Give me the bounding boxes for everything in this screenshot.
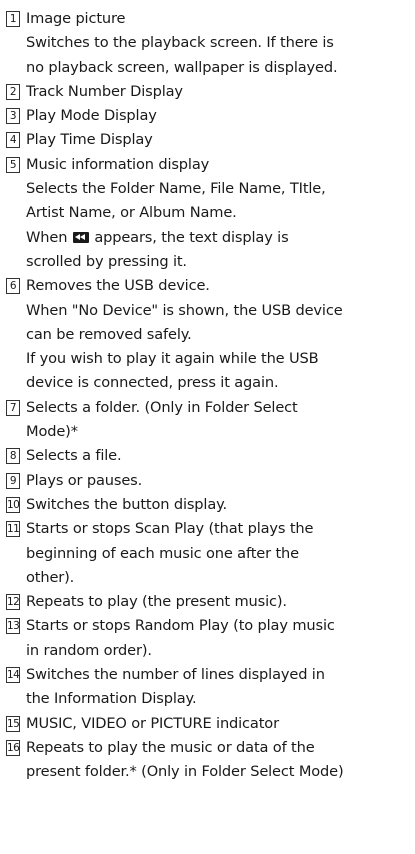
item-title: Play Time Display bbox=[26, 131, 153, 149]
list-item: 1 Image picture Switches to the playback… bbox=[6, 7, 415, 80]
item-title: Track Number Display bbox=[26, 82, 183, 100]
item-number-box: 1 bbox=[6, 11, 20, 27]
item-text: Image picture Switches to the playback s… bbox=[26, 7, 415, 80]
item-title: Starts or stops Scan Play (that plays th… bbox=[26, 520, 314, 538]
list-item: 6 Removes the USB device. When "No Devic… bbox=[6, 274, 415, 395]
list-item: 13 Starts or stops Random Play (to play … bbox=[6, 614, 415, 663]
scroll-text-icon bbox=[72, 231, 89, 243]
item-text: Play Time Display bbox=[26, 128, 415, 152]
item-number-box: 15 bbox=[6, 715, 20, 732]
item-number-box: 6 bbox=[6, 278, 20, 295]
item-description-line: the Information Display. bbox=[26, 690, 197, 708]
item-number-box: 11 bbox=[6, 521, 20, 538]
item-description-line: Artist Name, or Album Name. bbox=[26, 204, 237, 222]
item-number-box: 2 bbox=[6, 83, 20, 100]
item-number-box: 4 bbox=[6, 132, 20, 149]
list-item: 2 Track Number Display bbox=[6, 80, 415, 104]
item-text: Music information display Selects the Fo… bbox=[26, 153, 415, 274]
item-title: Music information display bbox=[26, 155, 210, 173]
list-item: 11 Starts or stops Scan Play (that plays… bbox=[6, 517, 415, 590]
item-description-line: Mode)* bbox=[26, 423, 78, 441]
item-text: Removes the USB device. When "No Device"… bbox=[26, 274, 415, 395]
item-description-line: When appears, the text display is bbox=[26, 226, 415, 250]
list-item: 14 Switches the number of lines displaye… bbox=[6, 663, 415, 712]
item-title: Removes the USB device. bbox=[26, 277, 210, 295]
item-title: Plays or pauses. bbox=[26, 471, 143, 489]
list-item: 5 Music information display Selects the … bbox=[6, 153, 415, 274]
item-text: Selects a folder. (Only in Folder Select… bbox=[26, 396, 415, 445]
list-item: 4 Play Time Display bbox=[6, 128, 415, 152]
item-title: Repeats to play (the present music). bbox=[26, 593, 287, 611]
item-description-line: device is connected, press it again. bbox=[26, 374, 279, 392]
item-text: Track Number Display bbox=[26, 80, 415, 104]
list-item: 9 Plays or pauses. bbox=[6, 469, 415, 493]
item-number-box: 5 bbox=[6, 156, 20, 173]
item-description-line: other). bbox=[26, 568, 75, 586]
item-title: MUSIC, VIDEO or PICTURE indicator bbox=[26, 714, 279, 732]
item-number-box: 3 bbox=[6, 108, 20, 125]
item-text: Starts or stops Random Play (to play mus… bbox=[26, 614, 415, 663]
item-description-line: no playback screen, wallpaper is display… bbox=[26, 58, 338, 76]
item-description-line: scrolled by pressing it. bbox=[26, 252, 187, 270]
list-item: 3 Play Mode Display bbox=[6, 104, 415, 128]
manual-item-list: 1 Image picture Switches to the playback… bbox=[0, 0, 415, 785]
item-text: Starts or stops Scan Play (that plays th… bbox=[26, 517, 415, 590]
list-item: 15 MUSIC, VIDEO or PICTURE indicator bbox=[6, 712, 415, 736]
item-title: Repeats to play the music or data of the bbox=[26, 738, 315, 756]
item-text: Switches the number of lines displayed i… bbox=[26, 663, 415, 712]
item-number-box: 9 bbox=[6, 472, 20, 489]
item-number-box: 10 bbox=[6, 496, 20, 513]
item-title: Play Mode Display bbox=[26, 107, 157, 125]
item-title: Image picture bbox=[26, 10, 126, 27]
list-item: 16 Repeats to play the music or data of … bbox=[6, 736, 415, 785]
item-description-line: If you wish to play it again while the U… bbox=[26, 350, 319, 368]
item-number-box: 14 bbox=[6, 667, 20, 684]
appears-text: appears, the text display is bbox=[94, 228, 289, 246]
item-number-box: 7 bbox=[6, 399, 20, 416]
item-description-line: Switches to the playback screen. If ther… bbox=[26, 34, 334, 52]
item-title: Switches the number of lines displayed i… bbox=[26, 666, 325, 684]
list-item: 7 Selects a folder. (Only in Folder Sele… bbox=[6, 396, 415, 445]
item-text: MUSIC, VIDEO or PICTURE indicator bbox=[26, 712, 415, 736]
item-description-line: beginning of each music one after the bbox=[26, 544, 299, 562]
list-item: 8 Selects a file. bbox=[6, 444, 415, 468]
item-description-line: Selects the Folder Name, File Name, TItl… bbox=[26, 180, 326, 198]
item-text: Selects a file. bbox=[26, 444, 415, 468]
item-number-box: 12 bbox=[6, 594, 20, 611]
when-text: When bbox=[26, 228, 68, 246]
list-item: 12 Repeats to play (the present music). bbox=[6, 590, 415, 614]
item-title: Starts or stops Random Play (to play mus… bbox=[26, 617, 335, 635]
list-item: 10 Switches the button display. bbox=[6, 493, 415, 517]
item-number-box: 13 bbox=[6, 618, 20, 635]
item-text: Repeats to play (the present music). bbox=[26, 590, 415, 614]
item-title: Selects a file. bbox=[26, 447, 122, 465]
item-text: Switches the button display. bbox=[26, 493, 415, 517]
item-text: Plays or pauses. bbox=[26, 469, 415, 493]
item-title: Switches the button display. bbox=[26, 495, 228, 513]
item-title: Selects a folder. (Only in Folder Select bbox=[26, 398, 298, 416]
item-text: Repeats to play the music or data of the… bbox=[26, 736, 415, 785]
item-description-line: can be removed safely. bbox=[26, 325, 192, 343]
item-description-line: present folder.* (Only in Folder Select … bbox=[26, 763, 344, 781]
item-number-box: 16 bbox=[6, 739, 20, 756]
item-description-line: When "No Device" is shown, the USB devic… bbox=[26, 301, 343, 319]
item-number-box: 8 bbox=[6, 448, 20, 465]
item-description-line: in random order). bbox=[26, 641, 152, 659]
item-text: Play Mode Display bbox=[26, 104, 415, 128]
